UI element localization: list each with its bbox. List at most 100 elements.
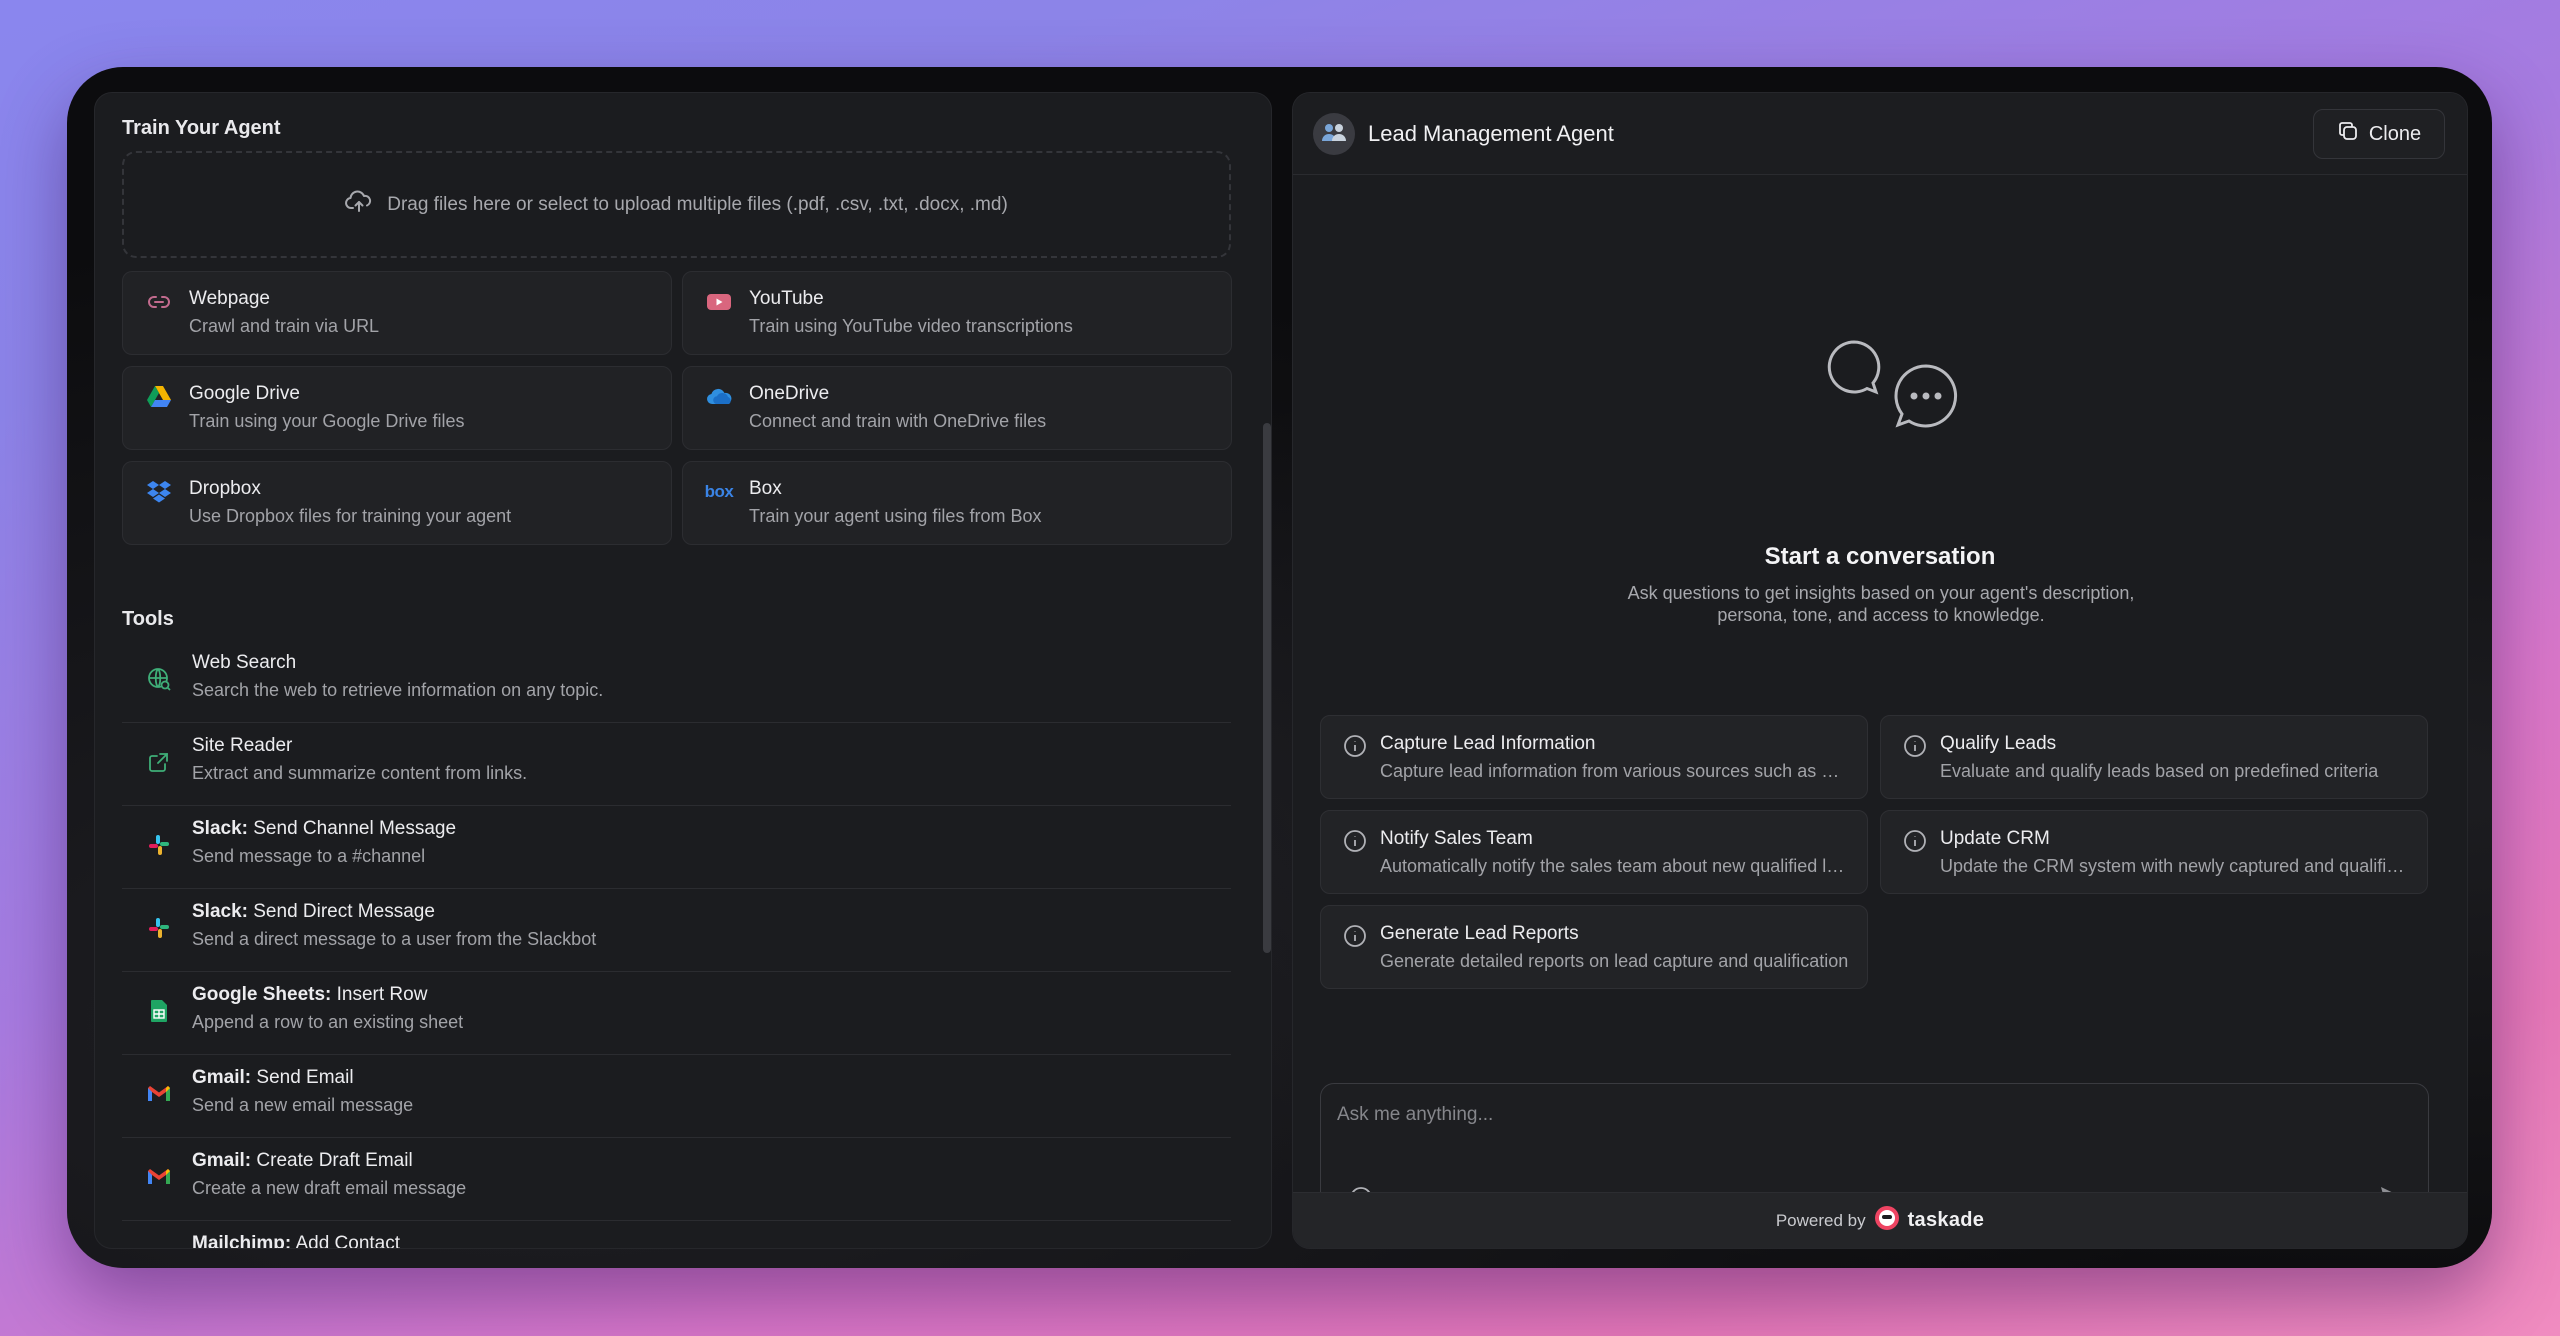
prompt-qualify-leads[interactable]: Qualify Leads Evaluate and qualify leads… bbox=[1880, 715, 2428, 799]
info-icon bbox=[1344, 830, 1366, 852]
source-box[interactable]: box Box Train your agent using files fro… bbox=[682, 461, 1232, 545]
source-title: Dropbox bbox=[189, 478, 261, 499]
tool-web-search[interactable]: Web Search Search the web to retrieve in… bbox=[122, 640, 1231, 723]
powered-by-label: Powered by bbox=[1775, 1210, 1866, 1230]
tool-app: Slack: bbox=[192, 901, 248, 922]
powered-by-footer: Powered by taskade bbox=[1293, 1192, 2467, 1248]
source-title: Box bbox=[749, 478, 782, 499]
tool-desc: Send message to a #channel bbox=[192, 846, 426, 866]
prompt-notify-sales[interactable]: Notify Sales Team Automatically notify t… bbox=[1320, 810, 1868, 894]
copy-icon bbox=[2337, 120, 2359, 148]
prompt-desc: Capture lead information from various so… bbox=[1380, 761, 1850, 781]
scrollbar[interactable] bbox=[1263, 423, 1271, 953]
source-desc: Use Dropbox files for training your agen… bbox=[189, 506, 512, 526]
tool-app: Mailchimp: bbox=[192, 1233, 292, 1249]
agent-name: Lead Management Agent bbox=[1368, 121, 1614, 146]
box-icon: box bbox=[704, 482, 734, 501]
source-google-drive[interactable]: Google Drive Train using your Google Dri… bbox=[122, 366, 672, 450]
source-desc: Train using YouTube video transcriptions bbox=[749, 316, 1073, 336]
dropzone-text: Drag files here or select to upload mult… bbox=[387, 193, 1008, 215]
source-youtube[interactable]: YouTube Train using YouTube video transc… bbox=[682, 271, 1232, 355]
tool-action: Send Direct Message bbox=[247, 901, 435, 922]
users-icon bbox=[1321, 121, 1347, 148]
link-icon bbox=[145, 288, 173, 316]
taskade-logo-icon bbox=[1874, 1205, 1900, 1236]
info-icon bbox=[1904, 735, 1926, 757]
globe-search-icon bbox=[144, 664, 174, 694]
tool-action: Insert Row bbox=[331, 984, 428, 1005]
tool-site-reader[interactable]: Site Reader Extract and summarize conten… bbox=[122, 723, 1231, 806]
source-title: Google Drive bbox=[189, 383, 300, 404]
upload-cloud-icon bbox=[345, 190, 373, 220]
tool-action: Send Channel Message bbox=[247, 818, 457, 839]
tool-slack-channel[interactable]: Slack: Send Channel Message Send message… bbox=[122, 806, 1231, 889]
clone-label: Clone bbox=[2368, 122, 2422, 145]
prompt-title: Generate Lead Reports bbox=[1380, 923, 1579, 944]
tool-app: Slack: bbox=[192, 818, 248, 839]
info-icon bbox=[1904, 830, 1926, 852]
prompt-desc: Automatically notify the sales team abou… bbox=[1380, 856, 1850, 876]
prompt-capture-lead[interactable]: Capture Lead Information Capture lead in… bbox=[1320, 715, 1868, 799]
tool-action: Web Search bbox=[192, 652, 297, 673]
source-title: Webpage bbox=[189, 288, 270, 309]
google-sheets-icon bbox=[144, 996, 174, 1026]
gmail-icon bbox=[144, 1162, 174, 1192]
dropbox-icon bbox=[145, 478, 173, 506]
info-icon bbox=[1344, 735, 1366, 757]
source-title: OneDrive bbox=[749, 383, 830, 404]
prompt-title: Update CRM bbox=[1940, 828, 2050, 849]
avatar bbox=[1313, 113, 1355, 155]
youtube-icon bbox=[705, 288, 733, 316]
prompt-desc: Update the CRM system with newly capture… bbox=[1940, 856, 2410, 876]
clone-button[interactable]: Clone bbox=[2313, 109, 2445, 159]
tool-gmail-send[interactable]: Gmail: Send Email Send a new email messa… bbox=[122, 1055, 1231, 1138]
source-webpage[interactable]: Webpage Crawl and train via URL bbox=[122, 271, 672, 355]
prompt-generate-reports[interactable]: Generate Lead Reports Generate detailed … bbox=[1320, 905, 1868, 989]
tool-desc: Search the web to retrieve information o… bbox=[192, 680, 604, 700]
onedrive-icon bbox=[705, 383, 733, 411]
tool-desc: Send a direct message to a user from the… bbox=[192, 929, 597, 949]
google-drive-icon bbox=[145, 383, 173, 411]
info-icon bbox=[1344, 925, 1366, 947]
prompt-title: Capture Lead Information bbox=[1380, 733, 1596, 754]
source-title: YouTube bbox=[749, 288, 824, 309]
tool-desc: Extract and summarize content from links… bbox=[192, 763, 528, 783]
tool-app: Google Sheets: bbox=[192, 984, 332, 1005]
tool-desc: Send a new email message bbox=[192, 1095, 414, 1115]
mailchimp-icon bbox=[144, 1245, 174, 1248]
prompt-title: Notify Sales Team bbox=[1380, 828, 1533, 849]
source-onedrive[interactable]: OneDrive Connect and train with OneDrive… bbox=[682, 366, 1232, 450]
taskade-brand: taskade bbox=[1907, 1209, 1985, 1231]
slack-icon bbox=[144, 830, 174, 860]
app-window: Train Your Agent Drag files here or sele… bbox=[67, 67, 2492, 1268]
tool-mailchimp-add[interactable]: Mailchimp: Add Contact bbox=[122, 1221, 1231, 1249]
prompt-title: Qualify Leads bbox=[1940, 733, 2057, 754]
tool-action: Add Contact bbox=[291, 1233, 401, 1249]
empty-state-title: Start a conversation bbox=[1764, 543, 1996, 570]
source-desc: Train using your Google Drive files bbox=[189, 411, 465, 431]
tool-sheets-insert[interactable]: Google Sheets: Insert Row Append a row t… bbox=[122, 972, 1231, 1055]
tool-slack-direct[interactable]: Slack: Send Direct Message Send a direct… bbox=[122, 889, 1231, 972]
tool-app: Gmail: bbox=[192, 1067, 252, 1088]
tool-action: Site Reader bbox=[192, 735, 293, 756]
tool-app: Gmail: bbox=[192, 1150, 252, 1171]
source-desc: Crawl and train via URL bbox=[189, 316, 380, 336]
tool-desc: Append a row to an existing sheet bbox=[192, 1012, 464, 1032]
chat-input[interactable] bbox=[1337, 1098, 2337, 1132]
tool-action: Send Email bbox=[251, 1067, 354, 1088]
source-desc: Train your agent using files from Box bbox=[749, 506, 1042, 526]
chat-bubbles-icon bbox=[1826, 338, 1966, 443]
prompt-desc: Evaluate and qualify leads based on pred… bbox=[1940, 761, 2379, 781]
chat-panel: Lead Management Agent Clone Start a conv… bbox=[1292, 92, 2468, 1249]
source-dropbox[interactable]: Dropbox Use Dropbox files for training y… bbox=[122, 461, 672, 545]
training-panel: Train Your Agent Drag files here or sele… bbox=[94, 92, 1272, 1249]
gmail-icon bbox=[144, 1079, 174, 1109]
tool-action: Create Draft Email bbox=[251, 1150, 413, 1171]
prompt-update-crm[interactable]: Update CRM Update the CRM system with ne… bbox=[1880, 810, 2428, 894]
train-section-title: Train Your Agent bbox=[122, 117, 281, 139]
chat-header: Lead Management Agent Clone bbox=[1293, 93, 2467, 175]
file-dropzone[interactable]: Drag files here or select to upload mult… bbox=[122, 151, 1231, 258]
empty-state-subtitle: Ask questions to get insights based on y… bbox=[1627, 583, 2135, 625]
tool-gmail-draft[interactable]: Gmail: Create Draft Email Create a new d… bbox=[122, 1138, 1231, 1221]
prompt-desc: Generate detailed reports on lead captur… bbox=[1380, 951, 1849, 971]
